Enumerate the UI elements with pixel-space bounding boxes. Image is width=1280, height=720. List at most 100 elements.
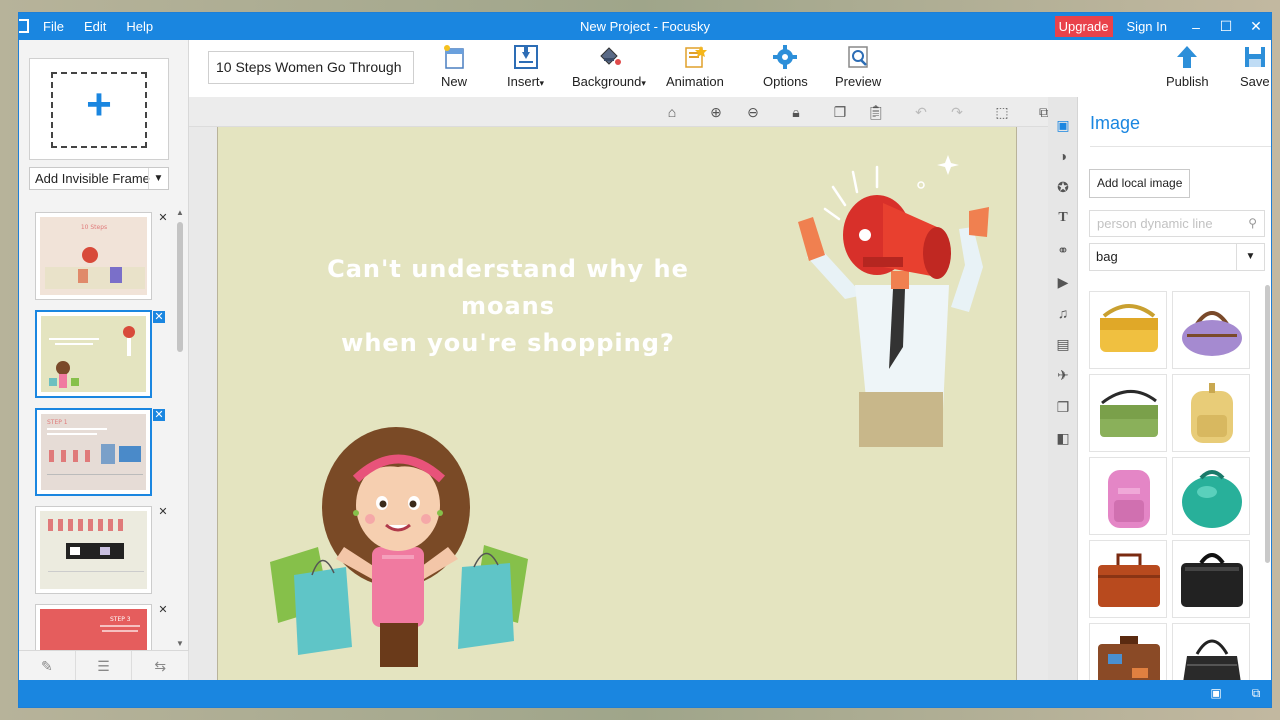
- frame-thumbnail-4[interactable]: ✕: [35, 506, 168, 594]
- girl-shopping-illustration[interactable]: [248, 427, 548, 667]
- frame-thumbnail-1[interactable]: 10 Steps ✕: [35, 212, 168, 300]
- man-megaphone-illustration[interactable]: [773, 147, 1003, 447]
- image-yellow-backpack[interactable]: [1172, 374, 1250, 452]
- canvas-toolbar: ⌂ ⊕ ⊖ 🔒︎ ❐ 📋︎ ↶ ↷ ⬚ ⧉: [189, 97, 1049, 127]
- plane-tab-icon[interactable]: ✈: [1055, 367, 1071, 383]
- screen-icon[interactable]: ▣: [1209, 686, 1223, 700]
- edit-frame-icon[interactable]: ✎: [19, 651, 76, 682]
- sign-in-link[interactable]: Sign In: [1127, 19, 1167, 34]
- image-brown-briefcase[interactable]: [1089, 540, 1167, 618]
- minimize-button[interactable]: –: [1181, 19, 1211, 35]
- frame-path-icon[interactable]: ⇆: [132, 651, 190, 682]
- zoom-out-icon[interactable]: ⊖: [744, 103, 762, 121]
- frame-thumbnail-3[interactable]: STEP 1 ✕: [35, 408, 165, 496]
- image-green-messenger-bag[interactable]: [1089, 374, 1167, 452]
- scroll-up-icon[interactable]: ▲: [176, 208, 184, 217]
- image-search-input[interactable]: person dynamic line ⚲: [1089, 210, 1265, 237]
- home-icon[interactable]: ⌂: [663, 103, 681, 121]
- layers-tab-icon[interactable]: ❐: [1055, 399, 1071, 415]
- slide-text-line-1: Can't understand why he moans: [327, 255, 689, 320]
- new-button[interactable]: New: [441, 44, 467, 89]
- add-local-image-button[interactable]: Add local image: [1089, 169, 1191, 198]
- select-area-icon[interactable]: ⬚: [993, 103, 1011, 121]
- layout-tab-icon[interactable]: ◧: [1055, 430, 1071, 446]
- divider: [1090, 146, 1271, 147]
- image-yellow-bag[interactable]: [1089, 291, 1167, 369]
- frame-thumbnail-5[interactable]: STEP 3 ✕: [35, 604, 168, 650]
- publish-icon: [1174, 44, 1200, 70]
- insert-icon: [513, 44, 539, 70]
- image-teal-suitcase[interactable]: [1172, 457, 1250, 535]
- delete-frame-icon[interactable]: ✕: [157, 506, 169, 518]
- flash-tab-icon[interactable]: ▤: [1055, 336, 1071, 352]
- image-pink-backpack[interactable]: [1089, 457, 1167, 535]
- preview-label: Preview: [835, 74, 882, 89]
- main-toolbar: 10 Steps Women Go Through New Insert▾ Ba…: [189, 40, 1271, 97]
- chevron-down-icon[interactable]: ▼: [148, 168, 168, 189]
- video-tab-icon[interactable]: ▶: [1055, 274, 1071, 290]
- delete-frame-icon[interactable]: ✕: [153, 409, 165, 421]
- link-tab-icon[interactable]: ⚭: [1055, 242, 1071, 258]
- delete-frame-icon[interactable]: ✕: [157, 212, 169, 224]
- image-panel: Image Add local image person dynamic lin…: [1078, 97, 1271, 701]
- compass-tab-icon[interactable]: ✪: [1055, 179, 1071, 195]
- insert-dropdown-arrow: ▾: [539, 78, 545, 88]
- paint-bucket-icon: [596, 44, 622, 70]
- slide-canvas[interactable]: Can't understand why he moans when you'r…: [217, 127, 1017, 682]
- image-purple-duffel-bag[interactable]: [1172, 291, 1250, 369]
- menu-file[interactable]: File: [43, 19, 64, 34]
- new-label: New: [441, 74, 468, 89]
- background-button[interactable]: Background▾: [572, 44, 646, 89]
- upgrade-button[interactable]: Upgrade: [1054, 16, 1113, 37]
- preview-button[interactable]: Preview: [835, 44, 881, 89]
- menu-help[interactable]: Help: [126, 19, 153, 34]
- animation-button[interactable]: Animation: [666, 44, 724, 89]
- thumbnail-preview: 10 Steps: [45, 224, 145, 289]
- save-label: Save: [1240, 74, 1270, 89]
- options-button[interactable]: Options: [763, 44, 808, 89]
- frame-type-select[interactable]: Add Invisible Frame ▼: [29, 167, 169, 190]
- paste-icon[interactable]: 📋︎: [867, 103, 885, 121]
- maximize-button[interactable]: ☐: [1211, 18, 1241, 35]
- window-mode-icon[interactable]: ⧉: [1249, 686, 1263, 700]
- image-black-briefcase[interactable]: [1172, 540, 1250, 618]
- insert-button[interactable]: Insert▾: [507, 44, 544, 89]
- frame-list-icon[interactable]: ☰: [76, 651, 133, 682]
- delete-frame-icon[interactable]: ✕: [153, 311, 165, 323]
- image-category-select[interactable]: bag ▼: [1089, 243, 1265, 271]
- status-bar: ▣ ⧉: [19, 680, 1271, 707]
- close-button[interactable]: ✕: [1241, 18, 1271, 35]
- copy-icon[interactable]: ❐: [831, 103, 849, 121]
- slide-text[interactable]: Can't understand why he moans when you'r…: [288, 251, 728, 362]
- insert-label: Insert: [507, 74, 540, 89]
- search-icon[interactable]: ⚲: [1248, 211, 1257, 236]
- save-button[interactable]: Save: [1240, 44, 1270, 89]
- zoom-in-icon[interactable]: ⊕: [707, 103, 725, 121]
- frames-scrollbar[interactable]: ▲ ▼: [176, 208, 184, 648]
- frame-thumbnail-2[interactable]: ✕: [35, 310, 165, 398]
- project-name-field[interactable]: 10 Steps Women Go Through: [208, 51, 414, 84]
- delete-frame-icon[interactable]: ✕: [157, 604, 169, 616]
- menu-edit[interactable]: Edit: [84, 19, 106, 34]
- redo-icon[interactable]: ↷: [948, 103, 966, 121]
- music-tab-icon[interactable]: ♫: [1055, 305, 1071, 321]
- search-placeholder: person dynamic line: [1097, 216, 1213, 231]
- scrollbar-thumb[interactable]: [177, 222, 183, 352]
- title-bar: File Edit Help New Project - Focusky Upg…: [19, 13, 1271, 40]
- scroll-down-icon[interactable]: ▼: [176, 639, 184, 648]
- thumb-title: 10 Steps: [81, 224, 107, 231]
- publish-button[interactable]: Publish: [1166, 44, 1209, 89]
- add-frame-button[interactable]: +: [29, 58, 169, 160]
- frames-panel: + Add Invisible Frame ▼ 10 Steps ✕ ✕ STE…: [19, 40, 190, 682]
- shape-tab-icon[interactable]: ◑: [1055, 148, 1071, 164]
- thumbnail-preview: [48, 519, 144, 572]
- chevron-down-icon[interactable]: ▼: [1236, 244, 1264, 270]
- app-window: File Edit Help New Project - Focusky Upg…: [18, 12, 1272, 708]
- lock-icon[interactable]: 🔒︎: [787, 103, 805, 121]
- thumbnail-preview: [49, 326, 135, 388]
- image-tab-icon[interactable]: ▣: [1055, 117, 1071, 133]
- animation-label: Animation: [666, 74, 724, 89]
- image-panel-scrollbar[interactable]: [1265, 285, 1270, 563]
- text-tab-icon[interactable]: T: [1055, 210, 1071, 226]
- undo-icon[interactable]: ↶: [912, 103, 930, 121]
